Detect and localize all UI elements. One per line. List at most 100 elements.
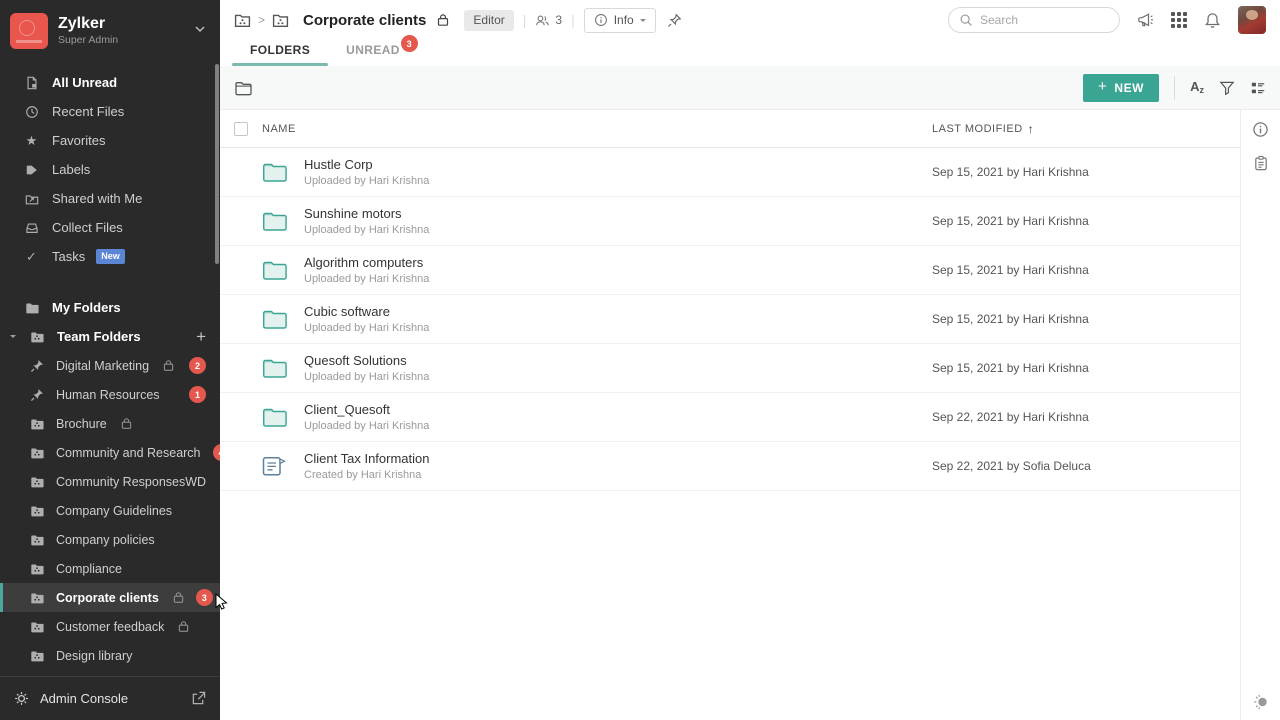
sidebar-item-labels[interactable]: Labels [0, 155, 220, 184]
column-header-name[interactable]: NAME [262, 123, 920, 135]
search-box[interactable] [948, 7, 1120, 33]
sidebar-item-tasks[interactable]: ✓ Tasks New [0, 242, 220, 271]
file-name[interactable]: Cubic software [304, 304, 920, 319]
admin-console-link[interactable]: Admin Console [0, 676, 220, 720]
sidebar-team-folder-item[interactable]: Company policies [0, 525, 220, 554]
filter-funnel-icon[interactable] [1219, 80, 1235, 95]
team-folder-icon [30, 446, 44, 460]
sidebar-item-collect-files[interactable]: Collect Files [0, 213, 220, 242]
user-avatar[interactable] [1238, 6, 1266, 34]
notifications-bell-icon[interactable] [1204, 12, 1221, 29]
team-folder-icon [30, 620, 44, 634]
file-name[interactable]: Client_Quesoft [304, 402, 920, 417]
role-badge: Editor [464, 10, 513, 31]
table-row[interactable]: Cubic software Uploaded by Hari Krishna … [220, 295, 1240, 344]
plus-icon: + [1098, 78, 1107, 95]
sidebar-team-folder-item[interactable]: Compliance [0, 554, 220, 583]
sidebar-team-folder-item[interactable]: Community and Research 4 [0, 438, 220, 467]
breadcrumb-current-folder-icon[interactable] [272, 12, 289, 29]
shared-folder-icon [24, 192, 39, 206]
pin-icon [30, 359, 44, 373]
select-all-checkbox[interactable] [234, 122, 248, 136]
sidebar-team-folder-item[interactable]: Corporate clients 3 [0, 583, 220, 612]
admin-console-label: Admin Console [40, 691, 128, 706]
activity-clipboard-icon[interactable] [1253, 155, 1269, 171]
tab-folders[interactable]: FOLDERS [250, 40, 310, 66]
sidebar-team-folder-item[interactable]: Digital Marketing 2 [0, 351, 220, 380]
tab-unread[interactable]: UNREAD 3 [346, 40, 400, 66]
table-row[interactable]: Algorithm computers Uploaded by Hari Kri… [220, 246, 1240, 295]
toolbar: + NEW Az [220, 66, 1280, 110]
file-detail: Created by Hari Krishna [304, 469, 920, 481]
unread-doc-icon [24, 76, 39, 90]
page-title: Corporate clients [303, 12, 426, 29]
folder-view-icon[interactable] [234, 79, 252, 96]
sidebar-item-label: All Unread [52, 75, 117, 90]
workspace-switcher[interactable]: Zylker Super Admin [0, 0, 220, 62]
pin-toggle-icon[interactable] [667, 13, 682, 28]
last-modified-value: Sep 15, 2021 by Hari Krishna [920, 312, 1240, 326]
sidebar-item-label: Collect Files [52, 220, 123, 235]
smart-assist-icon[interactable] [1253, 694, 1269, 710]
table-row[interactable]: Quesoft Solutions Uploaded by Hari Krish… [220, 344, 1240, 393]
file-name[interactable]: Client Tax Information [304, 451, 920, 466]
sidebar-item-my-folders[interactable]: My Folders [0, 293, 220, 322]
unread-count-badge: 3 [401, 35, 418, 52]
sidebar-item-shared-with-me[interactable]: Shared with Me [0, 184, 220, 213]
expand-caret-icon[interactable] [10, 335, 16, 341]
sidebar-item-favorites[interactable]: ★ Favorites [0, 126, 220, 155]
add-team-folder-button[interactable]: + [196, 328, 206, 345]
sidebar-item-team-folders[interactable]: Team Folders + [0, 322, 220, 351]
sidebar-team-folder-item[interactable]: Customer feedback [0, 612, 220, 641]
sidebar-team-folder-item[interactable]: Brochure [0, 409, 220, 438]
search-input[interactable] [980, 13, 1100, 27]
list-view-icon[interactable] [1250, 80, 1266, 96]
file-name[interactable]: Algorithm computers [304, 255, 920, 270]
team-folder-label: Community ResponsesWD [56, 475, 206, 489]
info-label: Info [614, 13, 634, 27]
file-rows: Hustle Corp Uploaded by Hari Krishna Sep… [220, 148, 1240, 491]
table-row[interactable]: Hustle Corp Uploaded by Hari Krishna Sep… [220, 148, 1240, 197]
file-detail: Uploaded by Hari Krishna [304, 273, 920, 285]
sidebar-scrollbar[interactable] [215, 64, 219, 264]
column-header-last-modified[interactable]: LAST MODIFIED ↑ [920, 122, 1240, 136]
external-link-icon[interactable] [191, 691, 206, 706]
sidebar-team-folder-item[interactable]: Company Guidelines [0, 496, 220, 525]
table-row[interactable]: Client_Quesoft Uploaded by Hari Krishna … [220, 393, 1240, 442]
members-button[interactable]: 3 [535, 13, 562, 28]
sidebar-item-label: Tasks [52, 249, 85, 264]
file-detail: Uploaded by Hari Krishna [304, 175, 920, 187]
sidebar-item-recent-files[interactable]: Recent Files [0, 97, 220, 126]
app-window: Zylker Super Admin All Unread Recent Fil… [0, 0, 1280, 720]
sidebar-team-folder-item[interactable]: Design library [0, 641, 220, 670]
gear-icon [14, 691, 29, 706]
chevron-down-icon[interactable] [192, 21, 208, 42]
folder-icon [262, 309, 288, 330]
table-row[interactable]: Sunshine motors Uploaded by Hari Krishna… [220, 197, 1240, 246]
info-panel-icon[interactable] [1252, 121, 1269, 138]
file-name[interactable]: Sunshine motors [304, 206, 920, 221]
team-folder-label: Brochure [56, 417, 107, 431]
sidebar-team-folder-item[interactable]: Community ResponsesWD [0, 467, 220, 496]
unread-count-badge: 3 [196, 589, 213, 606]
new-button-label: NEW [1114, 81, 1144, 95]
sidebar-team-folder-item[interactable]: Human Resources 1 [0, 380, 220, 409]
breadcrumb-team-folders-icon[interactable] [234, 12, 251, 29]
file-name[interactable]: Quesoft Solutions [304, 353, 920, 368]
announcements-icon[interactable] [1137, 12, 1154, 28]
table-row[interactable]: Client Tax Information Created by Hari K… [220, 442, 1240, 491]
sort-az-icon[interactable]: Az [1190, 80, 1204, 95]
last-modified-value: Sep 15, 2021 by Hari Krishna [920, 361, 1240, 375]
sidebar-item-all-unread[interactable]: All Unread [0, 68, 220, 97]
new-button[interactable]: + NEW [1083, 74, 1159, 102]
file-name[interactable]: Hustle Corp [304, 157, 920, 172]
file-detail: Uploaded by Hari Krishna [304, 322, 920, 334]
column-label: LAST MODIFIED [932, 123, 1023, 135]
workspace-role: Super Admin [58, 34, 118, 47]
divider [1174, 76, 1175, 100]
sidebar-item-label: My Folders [52, 300, 121, 315]
search-icon [959, 13, 973, 27]
folder-icon [24, 301, 39, 315]
info-dropdown-button[interactable]: Info [584, 8, 656, 33]
apps-grid-icon[interactable] [1171, 12, 1187, 28]
